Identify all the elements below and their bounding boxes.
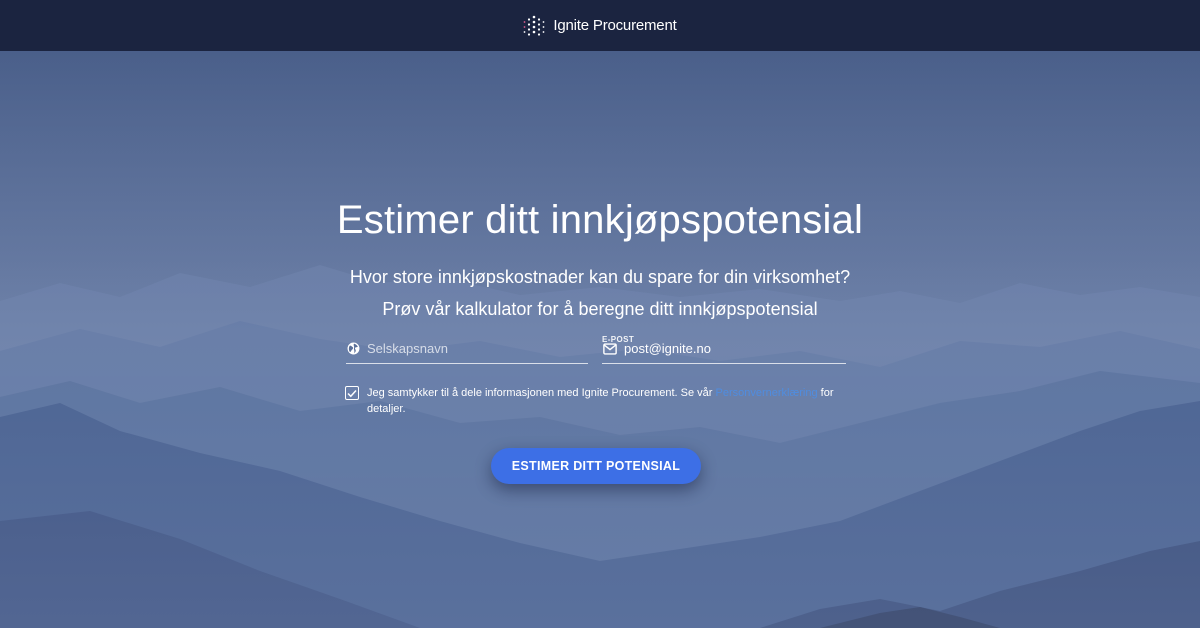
consent-text: Jeg samtykker til å dele informasjonen m… [367, 385, 845, 417]
top-header: Ignite Procurement [0, 0, 1200, 51]
consent-checkbox[interactable] [345, 386, 359, 400]
dot-grid-logo-icon [524, 15, 545, 36]
hero-subtitle-line1: Hvor store innkjøpskostnader kan du spar… [349, 267, 851, 287]
hero-subtitle-line2: Prøv vår kalkulator for å beregne ditt i… [382, 299, 818, 319]
privacy-policy-link[interactable]: Personvernerklæring [716, 387, 818, 399]
email-field[interactable] [602, 334, 846, 364]
company-name-input[interactable] [367, 341, 577, 356]
brand-name: Ignite Procurement [553, 17, 677, 34]
consent-row: Jeg samtykker til å dele informasjonen m… [345, 385, 845, 417]
company-name-field[interactable] [346, 334, 588, 364]
hero-content: Estimer ditt innkjøpspotensial Hvor stor… [0, 51, 1200, 628]
estimate-potential-button[interactable]: ESTIMER DITT POTENSIAL [491, 448, 701, 484]
brand-logo[interactable]: Ignite Procurement [523, 15, 677, 37]
page-title: Estimer ditt innkjøpspotensial [336, 198, 864, 242]
globe-icon [347, 342, 360, 355]
hero-section: Estimer ditt innkjøpspotensial Hvor stor… [0, 51, 1200, 628]
consent-text-before: Jeg samtykker til å dele informasjonen m… [367, 387, 716, 399]
checkmark-icon [347, 389, 357, 397]
envelope-icon [603, 342, 617, 355]
email-input[interactable] [624, 341, 834, 356]
